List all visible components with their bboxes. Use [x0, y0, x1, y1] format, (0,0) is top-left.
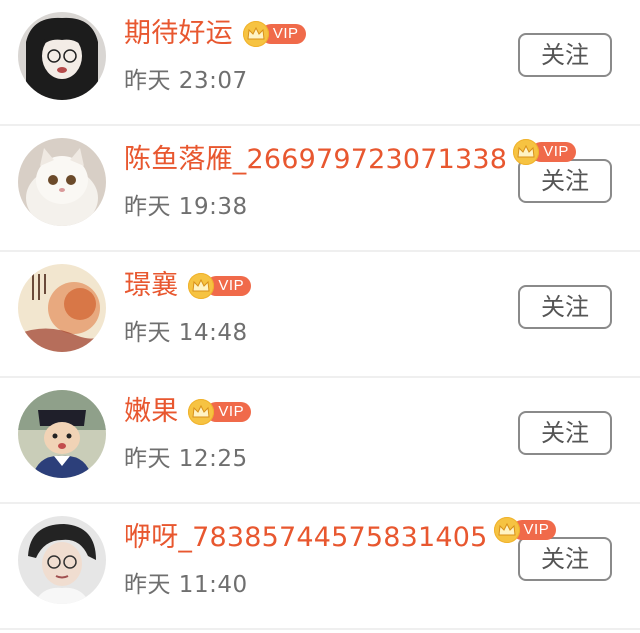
vip-badge: VIP: [493, 517, 557, 543]
follow-button[interactable]: 关注: [518, 537, 612, 581]
avatar[interactable]: [18, 390, 106, 478]
timestamp: 昨天 11:40: [124, 572, 248, 598]
crown-icon: [513, 139, 540, 165]
avatar[interactable]: [18, 138, 106, 226]
list-item[interactable]: 嫩果 VIP 昨天 12:25 关注: [0, 378, 640, 504]
vip-badge: VIP: [513, 139, 576, 165]
follow-button[interactable]: 关注: [518, 159, 612, 203]
timestamp: 昨天 19:38: [124, 194, 248, 220]
crown-icon: [188, 273, 215, 299]
avatar[interactable]: [18, 516, 106, 604]
avatar[interactable]: [18, 12, 106, 100]
list-item[interactable]: 陈鱼落雁_266979723071338 VIP 昨天 19:38 关注: [0, 126, 640, 252]
username[interactable]: 期待好运: [124, 16, 233, 52]
follower-list: 期待好运 VIP 昨天 23:07 关注 陈鱼落雁_26697972307133…: [0, 0, 640, 630]
timestamp: 昨天 12:25: [124, 446, 248, 472]
crown-icon: [493, 517, 520, 543]
timestamp: 昨天 14:48: [124, 320, 248, 346]
list-item[interactable]: 咿呀_78385744575831405 VIP 昨天 11:40 关注: [0, 504, 640, 630]
username[interactable]: 咿呀_78385744575831405: [124, 520, 488, 556]
username[interactable]: 陈鱼落雁_266979723071338: [124, 142, 507, 178]
vip-badge: VIP: [242, 21, 306, 47]
list-item[interactable]: 期待好运 VIP 昨天 23:07 关注: [0, 0, 640, 126]
vip-badge: VIP: [188, 399, 252, 425]
username[interactable]: 璟襄: [124, 268, 178, 304]
crown-icon: [188, 399, 215, 425]
crown-icon: [242, 21, 269, 47]
follow-button[interactable]: 关注: [518, 411, 612, 455]
username[interactable]: 嫩果: [124, 394, 178, 430]
list-item[interactable]: 璟襄 VIP 昨天 14:48 关注: [0, 252, 640, 378]
avatar[interactable]: [18, 264, 106, 352]
follow-button[interactable]: 关注: [518, 33, 612, 77]
timestamp: 昨天 23:07: [124, 68, 248, 94]
follow-button[interactable]: 关注: [518, 285, 612, 329]
vip-badge: VIP: [188, 273, 252, 299]
